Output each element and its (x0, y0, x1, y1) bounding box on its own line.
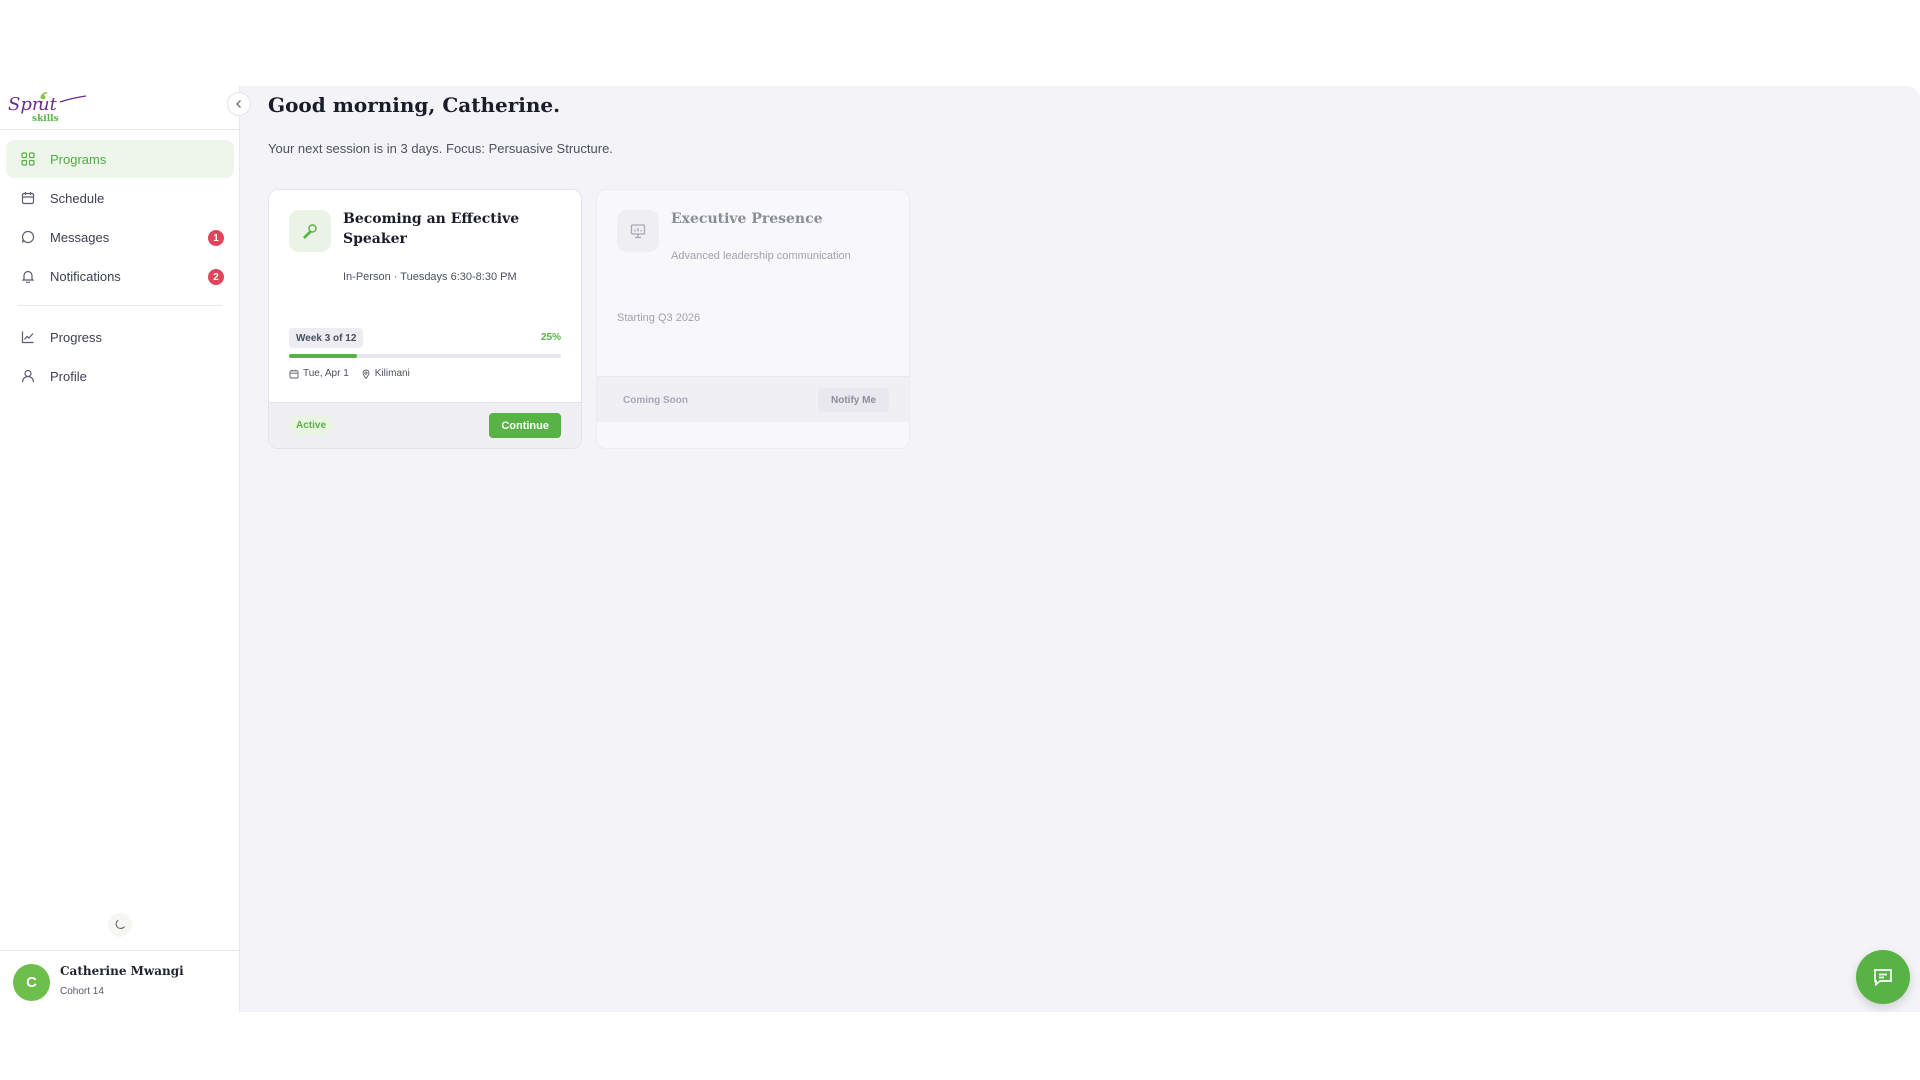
sprout-skills-logo[interactable]: Spr ut skills (8, 90, 88, 126)
session-date: Tue, Apr 1 (303, 368, 349, 379)
card-footer: Active Continue (269, 402, 581, 448)
avatar: C (13, 964, 50, 1001)
status-badge: Coming Soon (623, 395, 688, 406)
user-icon (20, 368, 36, 384)
progress-bar (289, 354, 561, 358)
week-badge: Week 3 of 12 (289, 328, 364, 348)
svg-text:Spr: Spr (8, 94, 42, 115)
program-title: Becoming an Effective Speaker (343, 211, 520, 247)
program-card-executive-presence: Executive Presence Advanced leadership c… (596, 189, 910, 449)
sidebar-item-messages[interactable]: Messages 1 (6, 218, 234, 256)
session-location: Kilimani (374, 368, 410, 379)
chat-bubble-icon (20, 229, 36, 245)
start-date-text: Starting Q3 2026 (617, 312, 701, 324)
progress-percent: 25% (540, 332, 561, 343)
sidebar-item-progress[interactable]: Progress (6, 318, 234, 356)
moon-icon (115, 919, 126, 930)
sidebar-item-label: Progress (50, 329, 103, 345)
sidebar-item-programs[interactable]: Programs (6, 140, 234, 178)
microphone-icon (289, 210, 331, 252)
sidebar-item-label: Schedule (50, 190, 105, 206)
nav-divider (18, 305, 222, 306)
app-shell: Spr ut skills Programs Schedule Messages… (0, 86, 1920, 1012)
sidebar-item-notifications[interactable]: Notifications 2 (6, 257, 234, 295)
sidebar-nav: Programs Schedule Messages 1 Notificatio… (6, 140, 234, 396)
presentation-icon (617, 210, 659, 252)
messages-count-badge: 1 (208, 230, 224, 246)
page-title: Good morning, Catherine. (268, 93, 561, 117)
session-info-row: Tue, Apr 1 Kilimani (289, 368, 410, 379)
sidebar-item-schedule[interactable]: Schedule (6, 179, 234, 217)
card-footer: Coming Soon Notify Me (597, 376, 909, 422)
bell-icon (20, 268, 36, 284)
grid-icon (20, 151, 36, 167)
collapse-sidebar-button[interactable] (227, 92, 251, 116)
next-session-text: Your next session is in 3 days. Focus: P… (268, 141, 613, 156)
program-title: Executive Presence (671, 211, 823, 227)
user-cohort: Cohort 14 (60, 986, 104, 997)
sidebar: Spr ut skills Programs Schedule Messages… (0, 86, 251, 1012)
main-content: Good morning, Catherine. Your next sessi… (240, 86, 1920, 1012)
sidebar-item-label: Notifications (50, 268, 121, 284)
user-profile-area[interactable]: C Catherine Mwangi Cohort 14 (0, 950, 240, 1012)
progress-bar-fill (289, 354, 357, 358)
trend-chart-icon (20, 329, 36, 345)
notifications-count-badge: 2 (208, 269, 224, 285)
sidebar-item-label: Messages (50, 229, 110, 245)
program-schedule: In-Person · Tuesdays 6:30-8:30 PM (343, 271, 517, 283)
calendar-icon (289, 369, 299, 379)
calendar-icon (20, 190, 36, 206)
chat-support-button[interactable] (1856, 950, 1910, 1004)
user-name: Catherine Mwangi (60, 964, 184, 978)
chat-icon (1874, 969, 1892, 987)
program-card-effective-speaker[interactable]: Becoming an Effective Speaker In-Person … (268, 189, 582, 449)
sidebar-item-label: Programs (50, 151, 107, 167)
theme-toggle-button[interactable] (108, 913, 132, 937)
continue-button[interactable]: Continue (489, 413, 561, 438)
logo-row: Spr ut skills (0, 86, 240, 130)
sidebar-item-label: Profile (50, 368, 87, 384)
program-description: Advanced leadership communication (671, 250, 851, 262)
svg-text:skills: skills (32, 114, 59, 124)
chevron-left-icon (236, 100, 241, 108)
location-pin-icon (361, 369, 371, 379)
notify-me-button[interactable]: Notify Me (818, 388, 889, 412)
sidebar-item-profile[interactable]: Profile (6, 357, 234, 395)
status-badge: Active (289, 415, 334, 435)
